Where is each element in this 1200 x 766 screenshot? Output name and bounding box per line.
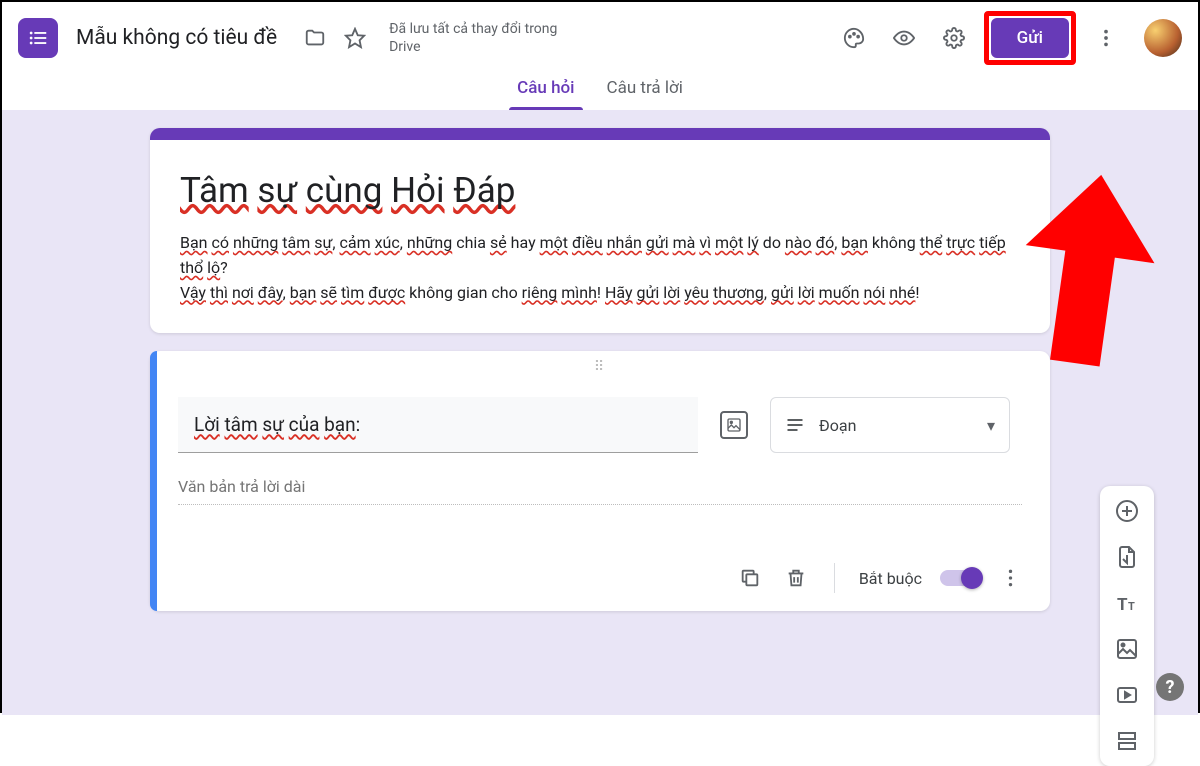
add-section-icon[interactable] (1114, 728, 1140, 754)
question-type-label: Đoạn (819, 416, 856, 435)
duplicate-icon[interactable] (736, 564, 764, 592)
add-title-icon[interactable]: TT (1114, 590, 1140, 616)
form-canvas: Tâm sự cùng Hỏi Đáp Bạn có những tâm sự,… (2, 110, 1198, 715)
form-header-card[interactable]: Tâm sự cùng Hỏi Đáp Bạn có những tâm sự,… (150, 128, 1050, 333)
form-description[interactable]: Bạn có những tâm sự, cảm xúc, những chia… (180, 231, 1020, 305)
add-question-icon[interactable] (1114, 498, 1140, 524)
import-questions-icon[interactable] (1114, 544, 1140, 570)
form-tabs: Câu hỏi Câu trả lời (2, 66, 1198, 110)
star-icon[interactable] (335, 18, 375, 58)
save-status: Đã lưu tất cả thay đổi trong Drive (389, 20, 589, 56)
tab-questions[interactable]: Câu hỏi (501, 78, 590, 110)
drag-handle-icon[interactable]: ⠿ (150, 351, 1050, 375)
send-button[interactable]: Gửi (991, 18, 1069, 58)
chevron-down-icon: ▾ (987, 416, 995, 435)
question-more-icon[interactable] (998, 566, 1022, 590)
add-video-icon[interactable] (1114, 682, 1140, 708)
forms-logo-icon (18, 18, 58, 58)
app-header: Mẫu không có tiêu đề Đã lưu tất cả thay … (2, 2, 1198, 66)
required-toggle[interactable] (940, 570, 980, 586)
required-label: Bắt buộc (859, 569, 922, 588)
svg-text:T: T (1117, 595, 1128, 615)
account-avatar[interactable] (1144, 19, 1182, 57)
floating-toolbar: TT (1100, 486, 1154, 766)
more-options-icon[interactable] (1086, 18, 1126, 58)
long-answer-placeholder (178, 467, 1022, 505)
theme-palette-icon[interactable] (834, 18, 874, 58)
preview-eye-icon[interactable] (884, 18, 924, 58)
move-to-folder-icon[interactable] (295, 18, 335, 58)
question-card[interactable]: ⠿ Lời tâm sự của bạn: Đoạn ▾ (150, 351, 1050, 611)
question-type-select[interactable]: Đoạn ▾ (770, 397, 1010, 453)
add-image-toolbar-icon[interactable] (1114, 636, 1140, 662)
question-title-input[interactable]: Lời tâm sự của bạn: (178, 397, 698, 453)
delete-trash-icon[interactable] (782, 564, 810, 592)
help-icon[interactable]: ? (1156, 673, 1184, 701)
add-image-icon[interactable] (720, 411, 748, 439)
divider (834, 563, 835, 593)
send-button-highlight: Gửi (984, 11, 1076, 65)
settings-gear-icon[interactable] (934, 18, 974, 58)
form-title[interactable]: Tâm sự cùng Hỏi Đáp (180, 170, 1020, 211)
document-title[interactable]: Mẫu không có tiêu đề (76, 26, 277, 50)
svg-text:T: T (1128, 600, 1135, 613)
tab-responses[interactable]: Câu trả lời (591, 78, 699, 110)
